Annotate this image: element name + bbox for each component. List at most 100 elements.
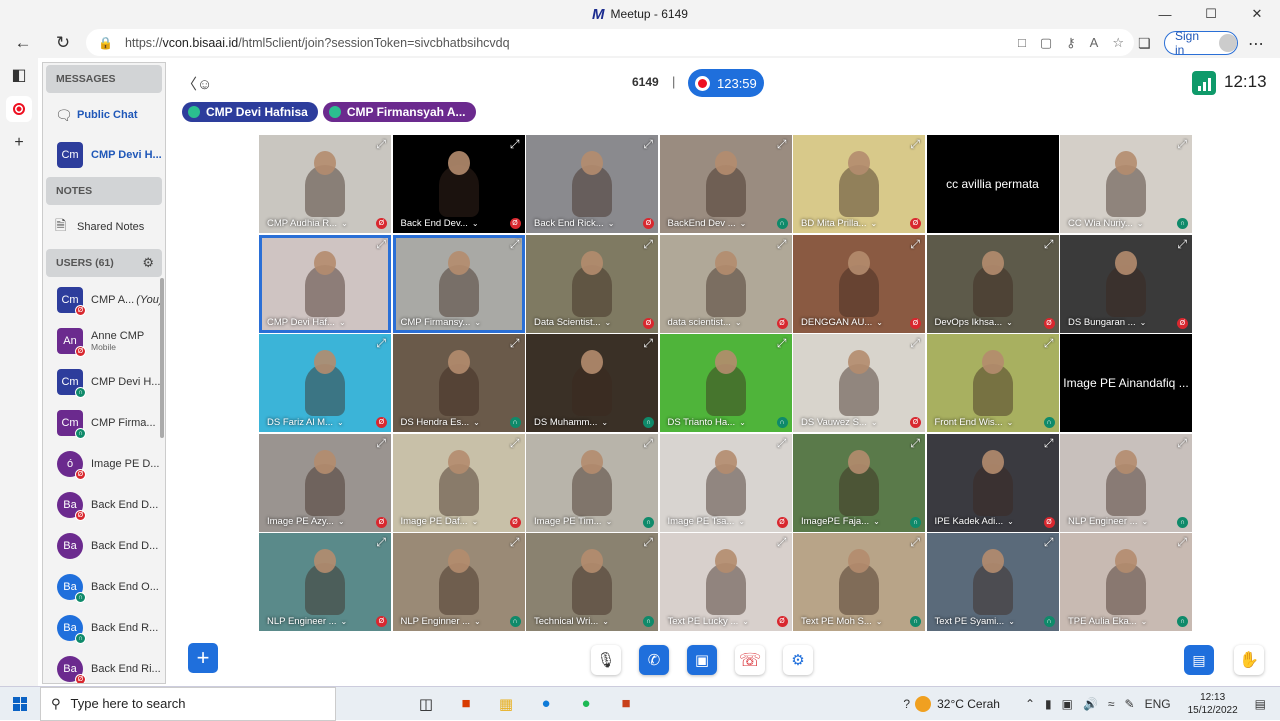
video-tile-label[interactable]: Data Scientist... ⌄ [526,313,658,333]
fullscreen-icon[interactable]: ⤢ [777,137,787,152]
fullscreen-icon[interactable]: ⤢ [1177,535,1187,550]
video-tile-label[interactable]: Technical Wri... ⌄ [526,611,658,631]
user-list-item[interactable]: Cm Ø CMP A... (You) [43,279,165,320]
toggle-userlist-icon[interactable]: 〈☺ [182,73,212,94]
video-tile[interactable]: ⤢ data scientist... ⌄ Ø [659,234,792,333]
video-tile[interactable]: ⤢ NLP Engineer ... ⌄ ∩ [1060,433,1192,532]
camera-blocked-icon[interactable]: □ [1018,35,1026,50]
video-tile[interactable]: ⤢ Text PE Lucky ... ⌄ Ø [659,533,792,631]
mute-button[interactable]: 🎙 [591,645,621,675]
fullscreen-icon[interactable]: ⤢ [1044,436,1054,451]
video-tile-label[interactable]: Image PE Tim... ⌄ [526,512,658,532]
fullscreen-icon[interactable]: ⤢ [643,535,653,550]
fullscreen-icon[interactable]: ⤢ [910,137,920,152]
fullscreen-icon[interactable]: ⤢ [1044,336,1054,351]
help-icon[interactable]: ? [903,697,910,711]
user-list-item[interactable]: Ba ∩ Back End R... [43,607,165,648]
video-tile-label[interactable]: Back End Rick... ⌄ [526,213,658,233]
video-tile-label[interactable]: IPE Kadek Adi... ⌄ [927,512,1059,532]
video-tile[interactable]: ⤢ DevOps Ikhsa... ⌄ Ø [926,234,1059,333]
address-bar[interactable]: 🔒 https://vcon.bisaai.id/html5client/joi… [86,29,1134,56]
fullscreen-icon[interactable]: ⤢ [510,237,520,252]
minimize-button[interactable]: — [1142,0,1188,28]
file-explorer-icon[interactable]: ▦ [486,687,526,721]
fullscreen-icon[interactable]: ⤢ [510,436,520,451]
video-tile-label[interactable]: BackEnd Dev ... ⌄ [660,213,792,233]
weather-widget[interactable]: 32°C Cerah [915,696,1000,712]
signin-button[interactable]: Sign in [1164,29,1238,57]
volume-icon[interactable]: 🔊 [1083,697,1098,711]
back-button[interactable]: ← [6,29,40,57]
wifi-icon[interactable]: ≈ [1108,697,1115,711]
fullscreen-icon[interactable]: ⤢ [777,436,787,451]
collections-icon[interactable]: ❏ [1138,28,1151,58]
video-icon[interactable]: ▢ [1040,35,1052,51]
video-tile[interactable]: ⤢ Back End Dev... ⌄ Ø [392,135,525,233]
settings-button[interactable]: ⚙ [783,645,813,675]
video-tile-label[interactable]: Front End Wis... ⌄ [927,412,1059,432]
refresh-button[interactable]: ↻ [46,29,80,57]
actions-plus-button[interactable]: + [188,643,218,673]
video-tile[interactable]: ⤢ DS Hendra Es... ⌄ ∩ [392,334,525,432]
fullscreen-icon[interactable]: ⤢ [777,535,787,550]
video-tile-label[interactable]: Text PE Syami... ⌄ [927,611,1059,631]
private-chat-item[interactable]: Cm CMP Devi H... [43,135,165,175]
chevron-up-icon[interactable]: ⌃ [1025,697,1035,711]
read-aloud-icon[interactable]: A [1090,35,1099,50]
fullscreen-icon[interactable]: ⤢ [1044,535,1054,550]
video-tile[interactable]: ⤢ DS Trianto Ha... ⌄ ∩ [659,334,792,432]
fullscreen-icon[interactable]: ⤢ [910,336,920,351]
user-list-item[interactable]: Ba Ø Back End D... [43,484,165,525]
video-tile-label[interactable]: DENGGAN AU... ⌄ [793,313,925,333]
fullscreen-icon[interactable]: ⤢ [643,237,653,252]
raise-hand-button[interactable]: ✋ [1234,645,1264,675]
video-tile-label[interactable]: NLP Engineer ... ⌄ [1060,512,1192,532]
connection-status-icon[interactable] [1192,71,1216,95]
pen-icon[interactable]: ✎ [1125,697,1135,711]
user-list-item[interactable]: ó Ø Image PE D... [43,443,165,484]
fullscreen-icon[interactable]: ⤢ [1177,237,1187,252]
favorite-icon[interactable]: ☆ [1112,35,1124,51]
add-icon[interactable]: + [0,126,38,160]
leave-audio-button[interactable]: ☏ [735,645,765,675]
video-tile[interactable]: ⤢ Text PE Moh S... ⌄ ∩ [793,533,925,631]
presentation-button[interactable]: ▤ [1184,645,1214,675]
video-tile[interactable]: ⤢ CMP Audhia R... ⌄ Ø [259,135,391,233]
video-tile[interactable]: ⤢ CMP Firmansy... ⌄ [392,234,525,333]
video-tile[interactable]: ⤢ Front End Wis... ⌄ ∩ [926,334,1059,432]
fullscreen-icon[interactable]: ⤢ [1044,237,1054,252]
fullscreen-icon[interactable]: ⤢ [376,137,386,152]
video-tile[interactable]: ⤢ TPE Aulia Eka... ⌄ ∩ [1060,533,1192,631]
video-tile-label[interactable]: CMP Firmansy... ⌄ [393,313,525,333]
fullscreen-icon[interactable]: ⤢ [643,336,653,351]
office-icon[interactable]: ■ [446,687,486,721]
video-tile[interactable]: ⤢ DS Bungaran ... ⌄ Ø [1060,234,1192,333]
video-tile[interactable]: ⤢ Back End Rick... ⌄ Ø [526,135,658,233]
fullscreen-icon[interactable]: ⤢ [777,237,787,252]
camera-button[interactable]: ▣ [687,645,717,675]
video-tile-label[interactable]: DS Hendra Es... ⌄ [393,412,525,432]
video-tile-label[interactable]: data scientist... ⌄ [660,313,792,333]
taskbar-clock[interactable]: 12:13 15/12/2022 [1188,691,1238,717]
user-list-item[interactable]: Cm ∩ CMP Devi H... [43,361,165,402]
fullscreen-icon[interactable]: ⤢ [510,137,520,152]
video-tile-label[interactable]: DS Muhamm... ⌄ [526,412,658,432]
fullscreen-icon[interactable]: ⤢ [376,535,386,550]
public-chat-item[interactable]: 🗨 Public Chat [43,95,165,135]
video-tile-label[interactable]: DS Vauwez S... ⌄ [793,412,925,432]
video-tile[interactable]: ⤢ CMP Devi Haf... ⌄ [259,234,391,333]
video-tile-label[interactable]: DS Bungaran ... ⌄ [1060,313,1192,333]
video-tile[interactable]: ⤢ ImagePE Faja... ⌄ ∩ [793,433,925,532]
video-tile-label[interactable]: BD Mita Prilla... ⌄ [793,213,925,233]
recording-tab-icon[interactable] [6,96,32,122]
talking-indicator[interactable]: CMP Devi Hafnisa [182,102,318,122]
video-tile-label[interactable]: NLP Engineer ... ⌄ [259,611,391,631]
video-tile[interactable]: ⤢ DS Vauwez S... ⌄ Ø [793,334,925,432]
video-tile-label[interactable]: NLP Enginner ... ⌄ [393,611,525,631]
video-tile[interactable]: ⤢ BD Mita Prilla... ⌄ Ø [793,135,925,233]
video-tile[interactable]: ⤢ DENGGAN AU... ⌄ Ø [793,234,925,333]
app-icon[interactable]: ■ [606,687,646,721]
video-tile-label[interactable]: Text PE Moh S... ⌄ [793,611,925,631]
video-tile-label[interactable]: CMP Audhia R... ⌄ [259,213,391,233]
video-tile-label[interactable]: DevOps Ikhsa... ⌄ [927,313,1059,333]
